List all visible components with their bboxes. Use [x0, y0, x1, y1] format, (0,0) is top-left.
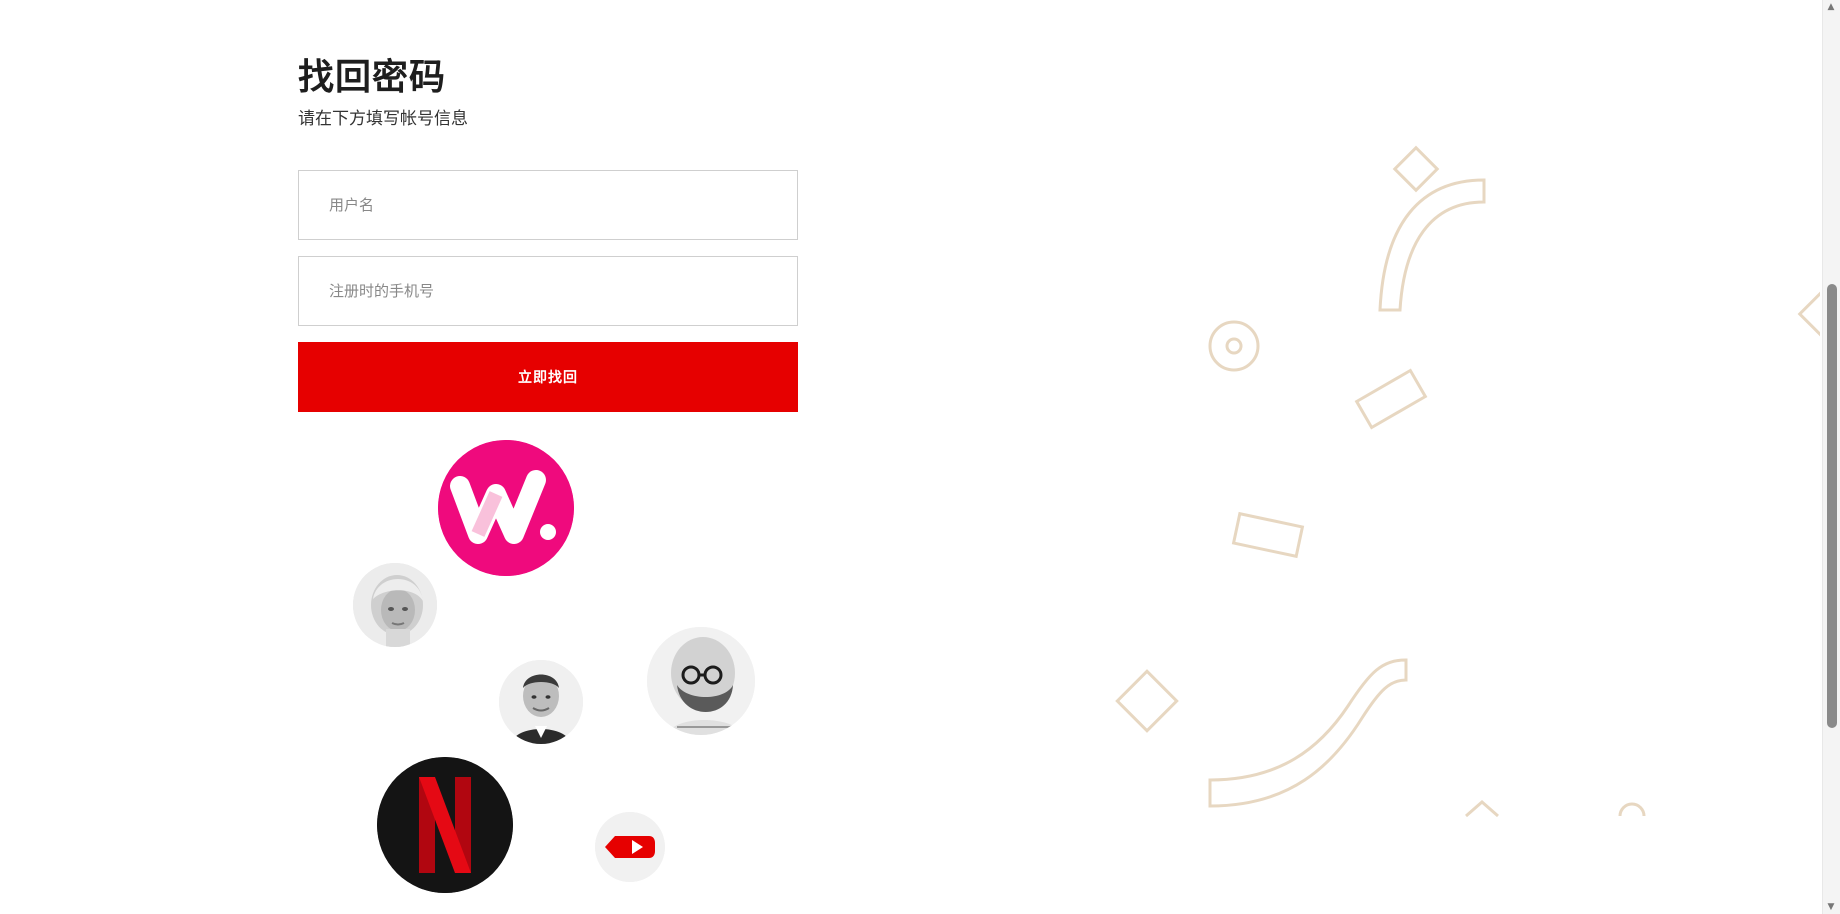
man-suit-portrait-avatar [499, 660, 583, 744]
page-title: 找回密码 [298, 57, 447, 98]
vertical-scrollbar[interactable]: ▲ ▼ [1822, 0, 1840, 914]
scroll-up-icon[interactable]: ▲ [1826, 2, 1836, 12]
decorative-shapes [1115, 145, 1820, 818]
w-logo-icon [438, 440, 574, 576]
scroll-down-icon[interactable]: ▼ [1826, 902, 1836, 912]
bald-man-portrait-avatar [647, 627, 755, 735]
woman-portrait-avatar [353, 563, 437, 647]
username-input[interactable] [298, 170, 798, 240]
n-logo-icon [377, 757, 513, 893]
phone-input[interactable] [298, 256, 798, 326]
page-subtitle: 请在下方填写帐号信息 [298, 109, 468, 129]
play-icon [595, 812, 665, 882]
forgot-password-page: 找回密码 请在下方填写帐号信息 立即找回 [0, 0, 1840, 914]
recover-button[interactable]: 立即找回 [298, 342, 798, 412]
scrollbar-thumb[interactable] [1827, 284, 1837, 728]
